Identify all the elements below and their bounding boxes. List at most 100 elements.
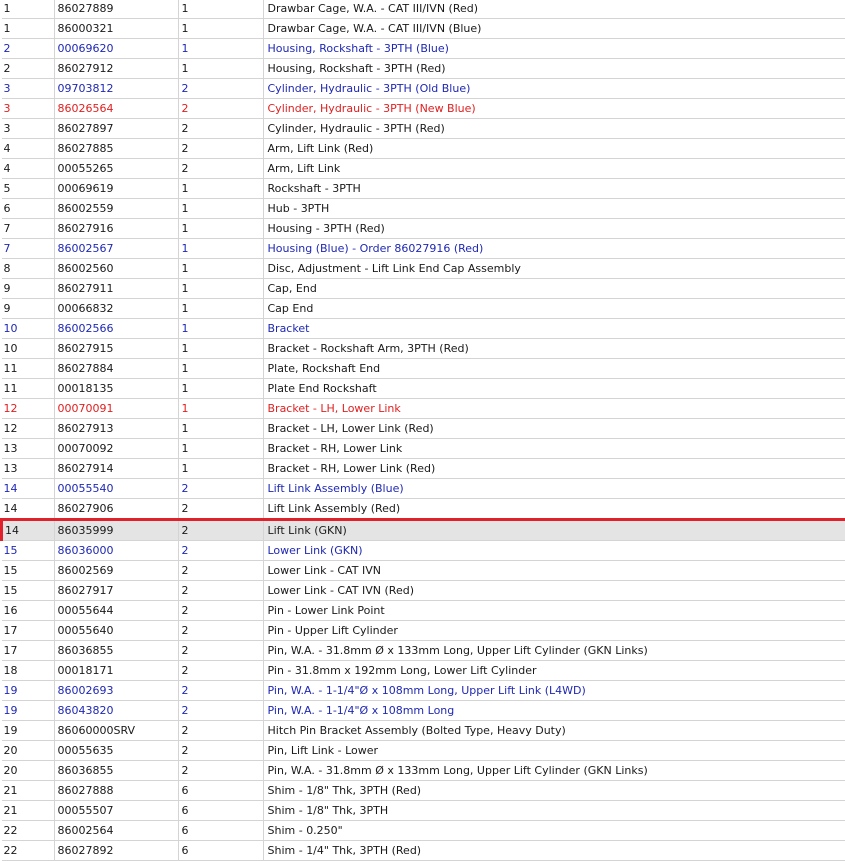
table-row[interactable]: 2000696201Housing, Rockshaft - 3PTH (Blu… xyxy=(2,39,845,59)
table-row[interactable]: 11860278841Plate, Rockshaft End xyxy=(2,359,845,379)
description-cell: Housing - 3PTH (Red) xyxy=(263,219,845,239)
part-number-cell: 00070092 xyxy=(54,439,178,459)
table-row[interactable]: 5000696191Rockshaft - 3PTH xyxy=(2,179,845,199)
table-row[interactable]: 4000552652Arm, Lift Link xyxy=(2,159,845,179)
ref-number-cell: 2 xyxy=(2,59,55,79)
ref-number-cell: 7 xyxy=(2,239,55,259)
quantity-cell: 1 xyxy=(178,39,263,59)
description-cell: Bracket - LH, Lower Link xyxy=(263,399,845,419)
part-number-cell: 86000321 xyxy=(54,19,178,39)
ref-number-cell: 13 xyxy=(2,459,55,479)
quantity-cell: 1 xyxy=(178,279,263,299)
table-row[interactable]: 13860279141Bracket - RH, Lower Link (Red… xyxy=(2,459,845,479)
part-number-cell: 00055265 xyxy=(54,159,178,179)
table-row[interactable]: 17860368552Pin, W.A. - 31.8mm Ø x 133mm … xyxy=(2,641,845,661)
table-row[interactable]: 10860279151Bracket - Rockshaft Arm, 3PTH… xyxy=(2,339,845,359)
ref-number-cell: 11 xyxy=(2,379,55,399)
ref-number-cell: 3 xyxy=(2,99,55,119)
table-row[interactable]: 7860025671Housing (Blue) - Order 8602791… xyxy=(2,239,845,259)
description-cell: Cap, End xyxy=(263,279,845,299)
table-row[interactable]: 3860265642Cylinder, Hydraulic - 3PTH (Ne… xyxy=(2,99,845,119)
table-row[interactable]: 9860279111Cap, End xyxy=(2,279,845,299)
description-cell: Cap End xyxy=(263,299,845,319)
description-cell: Plate End Rockshaft xyxy=(263,379,845,399)
table-row[interactable]: 16000556442Pin - Lower Link Point xyxy=(2,601,845,621)
table-row[interactable]: 20000556352Pin, Lift Link - Lower xyxy=(2,741,845,761)
part-number-cell: 86002693 xyxy=(54,681,178,701)
ref-number-cell: 3 xyxy=(2,79,55,99)
table-row[interactable]: 12860279131Bracket - LH, Lower Link (Red… xyxy=(2,419,845,439)
table-row[interactable]: 9000668321Cap End xyxy=(2,299,845,319)
table-row[interactable]: 11000181351Plate End Rockshaft xyxy=(2,379,845,399)
table-row[interactable]: 15860279172Lower Link - CAT IVN (Red) xyxy=(2,581,845,601)
description-cell: Cylinder, Hydraulic - 3PTH (Red) xyxy=(263,119,845,139)
description-cell: Rockshaft - 3PTH xyxy=(263,179,845,199)
table-row[interactable]: 17000556402Pin - Upper Lift Cylinder xyxy=(2,621,845,641)
description-cell: Lift Link Assembly (Blue) xyxy=(263,479,845,499)
table-row[interactable]: 2860279121Housing, Rockshaft - 3PTH (Red… xyxy=(2,59,845,79)
table-row[interactable]: 21000555076Shim - 1/8" Thk, 3PTH xyxy=(2,801,845,821)
table-row[interactable]: 10860025661Bracket xyxy=(2,319,845,339)
table-row[interactable]: 22860278926Shim - 1/4" Thk, 3PTH (Red) xyxy=(2,841,845,861)
table-row[interactable]: 3097038122Cylinder, Hydraulic - 3PTH (Ol… xyxy=(2,79,845,99)
description-cell: Arm, Lift Link (Red) xyxy=(263,139,845,159)
quantity-cell: 2 xyxy=(178,139,263,159)
table-row[interactable]: 3860278972Cylinder, Hydraulic - 3PTH (Re… xyxy=(2,119,845,139)
part-number-cell: 86060000SRV xyxy=(54,721,178,741)
table-row[interactable]: 19860026932Pin, W.A. - 1-1/4"Ø x 108mm L… xyxy=(2,681,845,701)
quantity-cell: 1 xyxy=(178,199,263,219)
quantity-cell: 2 xyxy=(178,479,263,499)
description-cell: Lower Link - CAT IVN xyxy=(263,561,845,581)
table-row[interactable]: 15860025692Lower Link - CAT IVN xyxy=(2,561,845,581)
table-row[interactable]: 12000700911Bracket - LH, Lower Link xyxy=(2,399,845,419)
ref-number-cell: 6 xyxy=(2,199,55,219)
part-number-cell: 86002560 xyxy=(54,259,178,279)
table-row[interactable]: 14000555402Lift Link Assembly (Blue) xyxy=(2,479,845,499)
description-cell: Drawbar Cage, W.A. - CAT III/IVN (Red) xyxy=(263,0,845,19)
quantity-cell: 2 xyxy=(178,499,263,520)
table-row[interactable]: 6860025591Hub - 3PTH xyxy=(2,199,845,219)
table-row[interactable]: 1986060000SRV2Hitch Pin Bracket Assembly… xyxy=(2,721,845,741)
ref-number-cell: 15 xyxy=(2,581,55,601)
part-number-cell: 00069620 xyxy=(54,39,178,59)
table-row[interactable]: 19860438202Pin, W.A. - 1-1/4"Ø x 108mm L… xyxy=(2,701,845,721)
table-row-selected[interactable]: 14860359992Lift Link (GKN) xyxy=(2,520,845,541)
part-number-cell: 86027916 xyxy=(54,219,178,239)
quantity-cell: 6 xyxy=(178,781,263,801)
ref-number-cell: 1 xyxy=(2,19,55,39)
part-number-cell: 86027912 xyxy=(54,59,178,79)
table-row[interactable]: 20860368552Pin, W.A. - 31.8mm Ø x 133mm … xyxy=(2,761,845,781)
table-row[interactable]: 14860279062Lift Link Assembly (Red) xyxy=(2,499,845,520)
parts-list-table: 1860278891Drawbar Cage, W.A. - CAT III/I… xyxy=(0,0,845,861)
ref-number-cell: 2 xyxy=(2,39,55,59)
description-cell: Shim - 1/4" Thk, 3PTH (Red) xyxy=(263,841,845,861)
table-row[interactable]: 15860360002Lower Link (GKN) xyxy=(2,541,845,561)
part-number-cell: 86027885 xyxy=(54,139,178,159)
table-row[interactable]: 4860278852Arm, Lift Link (Red) xyxy=(2,139,845,159)
ref-number-cell: 5 xyxy=(2,179,55,199)
table-row[interactable]: 13000700921Bracket - RH, Lower Link xyxy=(2,439,845,459)
part-number-cell: 00018171 xyxy=(54,661,178,681)
description-cell: Pin, W.A. - 1-1/4"Ø x 108mm Long xyxy=(263,701,845,721)
description-cell: Bracket - LH, Lower Link (Red) xyxy=(263,419,845,439)
table-row[interactable]: 21860278886Shim - 1/8" Thk, 3PTH (Red) xyxy=(2,781,845,801)
quantity-cell: 1 xyxy=(178,379,263,399)
table-row[interactable]: 18000181712Pin - 31.8mm x 192mm Long, Lo… xyxy=(2,661,845,681)
table-row[interactable]: 8860025601Disc, Adjustment - Lift Link E… xyxy=(2,259,845,279)
description-cell: Cylinder, Hydraulic - 3PTH (Old Blue) xyxy=(263,79,845,99)
ref-number-cell: 4 xyxy=(2,139,55,159)
description-cell: Bracket - RH, Lower Link xyxy=(263,439,845,459)
quantity-cell: 1 xyxy=(178,0,263,19)
quantity-cell: 2 xyxy=(178,721,263,741)
quantity-cell: 1 xyxy=(178,239,263,259)
quantity-cell: 2 xyxy=(178,79,263,99)
table-row[interactable]: 1860278891Drawbar Cage, W.A. - CAT III/I… xyxy=(2,0,845,19)
table-row[interactable]: 7860279161Housing - 3PTH (Red) xyxy=(2,219,845,239)
ref-number-cell: 9 xyxy=(2,299,55,319)
part-number-cell: 09703812 xyxy=(54,79,178,99)
quantity-cell: 1 xyxy=(178,339,263,359)
table-row[interactable]: 1860003211Drawbar Cage, W.A. - CAT III/I… xyxy=(2,19,845,39)
table-row[interactable]: 22860025646Shim - 0.250" xyxy=(2,821,845,841)
quantity-cell: 2 xyxy=(178,520,263,541)
ref-number-cell: 12 xyxy=(2,419,55,439)
